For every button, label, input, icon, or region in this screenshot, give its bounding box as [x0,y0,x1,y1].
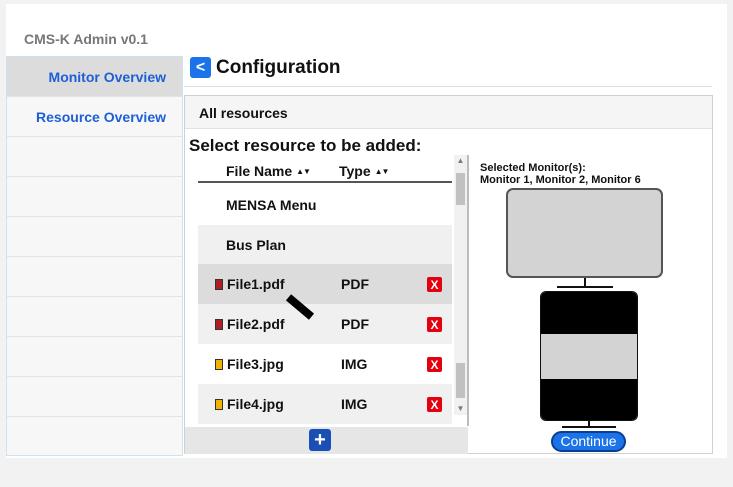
column-header-file-name[interactable]: File Name ▲▼ [226,163,311,179]
scrollbar-track-segment [456,173,465,205]
resource-type: PDF [341,316,369,332]
scrollbar-thumb[interactable] [456,363,465,398]
chevron-left-icon: < [195,58,206,76]
resource-type: IMG [341,356,368,372]
pdf-file-icon [215,318,223,330]
delete-button[interactable]: X [427,277,442,292]
delete-button[interactable]: X [427,357,442,372]
delete-button[interactable]: X [427,397,442,412]
sort-icon: ▲▼ [374,167,390,176]
resource-name: File3.jpg [227,356,284,372]
selected-monitors-value: Monitor 1, Monitor 2, Monitor 6 [480,174,641,186]
table-row[interactable]: File4.jpg IMG X [198,384,452,424]
sidebar-item-monitor-overview[interactable]: Monitor Overview [7,57,182,97]
resource-name: File2.pdf [227,316,285,332]
sidebar: Monitor Overview Resource Overview [6,56,183,456]
sidebar-item-label: Resource Overview [36,108,166,125]
table-row[interactable]: File2.pdf PDF X [198,304,452,344]
image-file-icon [215,398,223,410]
sidebar-item-resource-overview[interactable]: Resource Overview [7,97,182,137]
plus-icon: + [314,429,326,451]
back-button[interactable]: < [190,57,211,78]
monitor-screen-icon [506,188,663,278]
resource-name: Bus Plan [226,237,286,253]
resource-name: MENSA Menu [226,197,317,213]
resource-type: IMG [341,396,368,412]
pdf-file-icon [215,278,223,290]
sidebar-empty-row [7,337,182,377]
sidebar-empty-row [7,297,182,337]
sidebar-empty-row [7,377,182,417]
sidebar-empty-row [7,177,182,217]
sort-icon: ▲▼ [296,167,311,176]
divider [184,86,712,87]
sidebar-empty-row [7,217,182,257]
sidebar-empty-row [7,257,182,297]
select-resource-label: Select resource to be added: [189,136,422,155]
page-title: Configuration [216,57,341,78]
table-header: File Name ▲▼ Type ▲▼ [198,163,452,183]
column-header-type[interactable]: Type ▲▼ [339,163,390,179]
scroll-down-icon[interactable]: ▼ [454,403,467,415]
sidebar-item-label: Monitor Overview [48,68,166,85]
panel-header: All resources [185,96,712,129]
resource-list: File Name ▲▼ Type ▲▼ MENSA Menu Bus Plan F… [186,155,469,426]
sidebar-empty-row [7,417,182,457]
table-row[interactable]: MENSA Menu [198,185,452,225]
add-resource-button[interactable]: + [309,429,331,451]
tower-base [562,426,616,428]
table-row[interactable]: File1.pdf PDF X [198,264,452,304]
table-row[interactable]: File3.jpg IMG X [198,344,452,384]
table-row[interactable]: Bus Plan [198,225,452,265]
continue-button[interactable]: Continue [551,431,626,452]
app-title: CMS-K Admin v0.1 [24,31,148,47]
delete-button[interactable]: X [427,317,442,332]
sidebar-empty-row [7,137,182,177]
scroll-up-icon[interactable]: ▲ [454,155,467,167]
list-scrollbar[interactable]: ▲ ▼ [454,155,467,415]
display-tower-icon [540,291,638,421]
resource-type: PDF [341,276,369,292]
selected-monitors-label: Selected Monitor(s): Monitor 1, Monitor … [480,162,641,186]
resource-name: File4.jpg [227,396,284,412]
resource-name: File1.pdf [227,276,285,292]
monitor-base [557,286,613,288]
image-file-icon [215,358,223,370]
